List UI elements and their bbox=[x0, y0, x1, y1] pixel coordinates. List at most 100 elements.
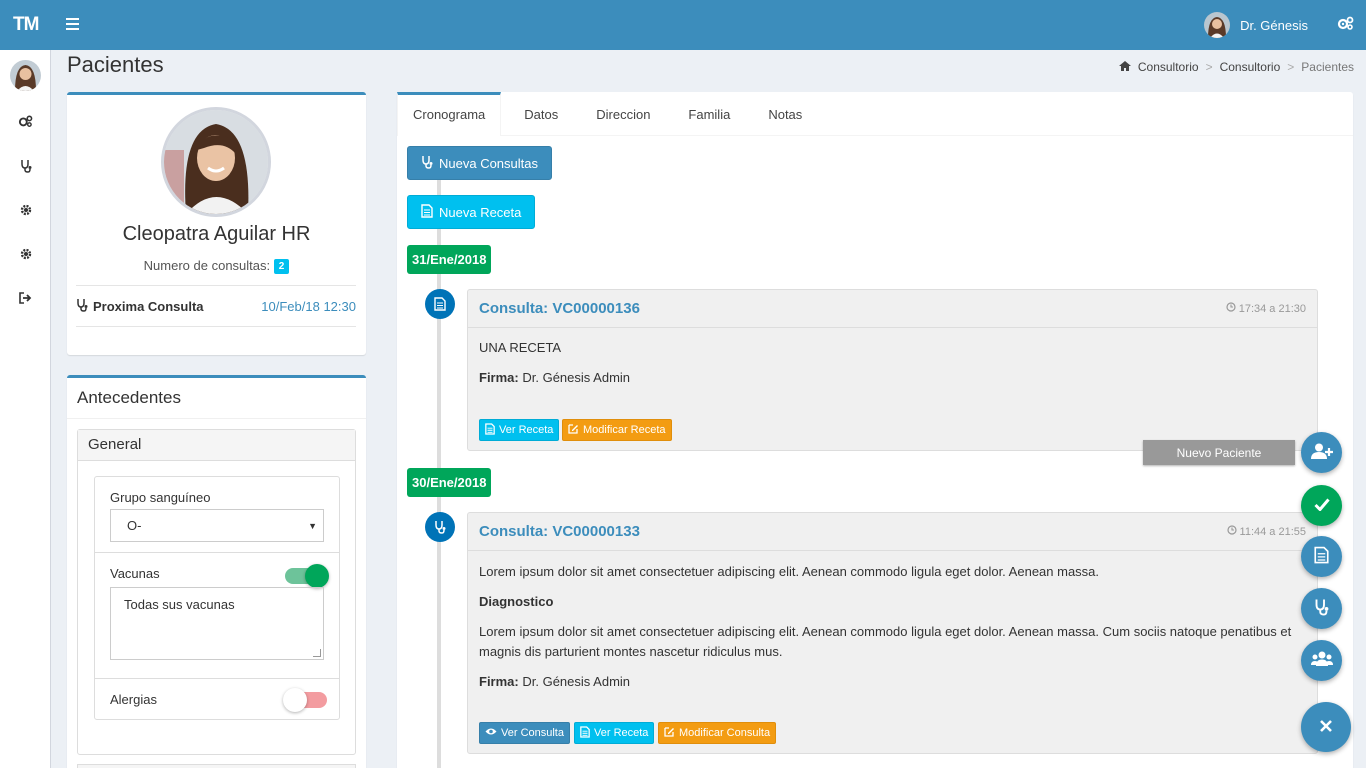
diagnostico-text: Lorem ipsum dolor sit amet consectetuer … bbox=[479, 624, 1292, 659]
timeline-item-time-group: 17:34 a 21:30 bbox=[1226, 302, 1306, 315]
gears-icon bbox=[18, 115, 33, 131]
timeline-item-title[interactable]: Consulta: VC00000136 bbox=[479, 300, 640, 317]
stethoscope-icon bbox=[76, 298, 88, 315]
ver-consulta-label: Ver Consulta bbox=[501, 727, 564, 739]
user-menu[interactable]: Dr. Génesis bbox=[1204, 12, 1308, 38]
sidebar-item-logout[interactable] bbox=[0, 281, 51, 317]
new-consult-button[interactable]: Nueva Consultas bbox=[407, 146, 552, 180]
new-recipe-label: Nueva Receta bbox=[439, 204, 522, 220]
patients-fab[interactable] bbox=[1301, 640, 1342, 681]
gear-icon bbox=[20, 247, 32, 263]
vacunas-textarea[interactable]: Todas sus vacunas bbox=[110, 587, 324, 660]
tab-notas[interactable]: Notas bbox=[753, 92, 817, 136]
edit-icon bbox=[568, 423, 579, 437]
timeline-item-firma: Firma: Dr. Génesis Admin bbox=[479, 368, 630, 388]
page-title: Pacientes bbox=[67, 52, 164, 77]
antecedentes-list: Grupo sanguíneo O- ▼ Vacunas Todas sus v… bbox=[94, 476, 340, 720]
toggle-knob bbox=[283, 688, 307, 712]
new-recipe-fab[interactable] bbox=[1301, 536, 1342, 577]
breadcrumb-item[interactable]: Consultorio bbox=[1138, 60, 1199, 74]
new-patient-fab[interactable] bbox=[1301, 432, 1342, 473]
app-logo[interactable]: TM bbox=[13, 14, 39, 36]
eye-icon bbox=[485, 727, 497, 739]
blood-group-item: Grupo sanguíneo O- ▼ bbox=[95, 477, 339, 553]
user-plus-icon bbox=[1310, 443, 1333, 462]
next-consult-date[interactable]: 10/Feb/18 12:30 bbox=[261, 299, 356, 314]
vacunas-item: Vacunas Todas sus vacunas bbox=[95, 553, 339, 679]
new-recipe-button[interactable]: Nueva Receta bbox=[407, 195, 536, 229]
resize-grip-icon[interactable] bbox=[313, 649, 321, 657]
profile-box: Cleopatra Aguilar HR Numero de consultas… bbox=[67, 92, 366, 355]
antecedentes-box: Antecedentes General Grupo sanguíneo O- … bbox=[67, 375, 366, 768]
timeline-item-time: 11:44 a 21:55 bbox=[1239, 525, 1306, 538]
sidebar bbox=[0, 50, 51, 768]
firma-value: Dr. Génesis Admin bbox=[522, 370, 631, 385]
tab-direccion[interactable]: Direccion bbox=[581, 92, 665, 136]
firma-value: Dr. Génesis Admin bbox=[522, 674, 631, 689]
file-text-icon bbox=[485, 422, 495, 438]
divider bbox=[67, 418, 366, 419]
ver-receta-button[interactable]: Ver Receta bbox=[479, 419, 560, 441]
breadcrumb-item[interactable]: Consultorio bbox=[1220, 60, 1281, 74]
clock-icon bbox=[1226, 525, 1237, 538]
timeline-item-header: Consulta: VC00000136 17:34 a 21:30 bbox=[468, 290, 1317, 328]
edit-icon bbox=[664, 726, 675, 740]
stethoscope-icon bbox=[1314, 598, 1329, 619]
ver-consulta-button[interactable]: Ver Consulta bbox=[479, 722, 570, 744]
timeline-date: 31/Ene/2018 bbox=[407, 245, 492, 274]
patient-name: Cleopatra Aguilar HR bbox=[122, 223, 311, 245]
vacunas-toggle[interactable] bbox=[285, 564, 329, 588]
antecedentes-title: Antecedentes bbox=[77, 388, 181, 407]
tab-familia[interactable]: Familia bbox=[673, 92, 745, 136]
alergias-toggle[interactable] bbox=[283, 688, 327, 712]
alergias-item: Alergias bbox=[95, 679, 339, 719]
toggle-knob bbox=[305, 564, 329, 588]
general-panel-title[interactable]: General bbox=[78, 430, 355, 461]
patient-photo bbox=[161, 107, 271, 217]
ver-receta-label: Ver Receta bbox=[499, 424, 554, 436]
tab-datos[interactable]: Datos bbox=[509, 92, 573, 136]
gear-icon bbox=[20, 203, 32, 219]
sidebar-item-consultorio[interactable] bbox=[0, 149, 51, 185]
close-fab-menu[interactable] bbox=[1301, 702, 1351, 752]
menu-toggle-icon[interactable] bbox=[66, 18, 79, 30]
ver-receta-button[interactable]: Ver Receta bbox=[574, 722, 655, 744]
tab-cronograma[interactable]: Cronograma bbox=[397, 92, 502, 136]
stethoscope-icon bbox=[421, 155, 433, 172]
firma-label: Firma: bbox=[479, 370, 519, 385]
users-icon bbox=[1310, 651, 1333, 670]
fab-tooltip: Nuevo Paciente bbox=[1143, 440, 1295, 465]
ver-receta-label: Ver Receta bbox=[594, 727, 649, 739]
clock-icon bbox=[1226, 302, 1236, 315]
breadcrumb-active: Pacientes bbox=[1301, 60, 1354, 74]
file-text-icon bbox=[1314, 546, 1329, 567]
confirm-fab[interactable] bbox=[1301, 485, 1342, 526]
settings-gears-icon[interactable] bbox=[1337, 16, 1354, 34]
blood-group-select[interactable]: O- ▼ bbox=[110, 509, 324, 542]
sidebar-item-config[interactable] bbox=[0, 193, 51, 229]
new-consult-fab[interactable] bbox=[1301, 588, 1342, 629]
sidebar-item-config-2[interactable] bbox=[0, 237, 51, 273]
stethoscope-icon bbox=[20, 159, 32, 176]
modificar-consulta-button[interactable]: Modificar Consulta bbox=[658, 722, 777, 744]
consult-count-label: Numero de consultas: bbox=[143, 258, 271, 273]
file-text-icon bbox=[421, 203, 433, 221]
general-panel: General Grupo sanguíneo O- ▼ Vacunas Tod… bbox=[77, 429, 356, 755]
tab-bar: Cronograma Datos Direccion Familia Notas bbox=[397, 92, 1353, 136]
breadcrumb: Consultorio > Consultorio > Pacientes bbox=[1118, 60, 1354, 74]
file-text-icon bbox=[425, 289, 455, 319]
user-avatar bbox=[1204, 12, 1231, 38]
modificar-receta-button[interactable]: Modificar Receta bbox=[562, 419, 672, 441]
breadcrumb-separator: > bbox=[1205, 60, 1213, 74]
home-icon[interactable] bbox=[1118, 60, 1131, 74]
timeline-item-firma: Firma: Dr. Génesis Admin bbox=[479, 672, 630, 692]
sidebar-item-settings[interactable] bbox=[0, 105, 51, 141]
vacunas-text: Todas sus vacunas bbox=[124, 597, 235, 612]
timeline-item-time-group: 11:44 a 21:55 bbox=[1226, 525, 1306, 538]
timeline-item-title[interactable]: Consulta: VC00000133 bbox=[479, 523, 640, 540]
timeline-item-text: UNA RECETA bbox=[479, 340, 562, 355]
timeline-item: Consulta: VC00000136 17:34 a 21:30 UNA R… bbox=[467, 289, 1318, 451]
consult-count-row: Numero de consultas: 2 bbox=[67, 258, 366, 275]
sidebar-avatar[interactable] bbox=[10, 60, 41, 91]
second-panel-header[interactable] bbox=[77, 764, 356, 768]
